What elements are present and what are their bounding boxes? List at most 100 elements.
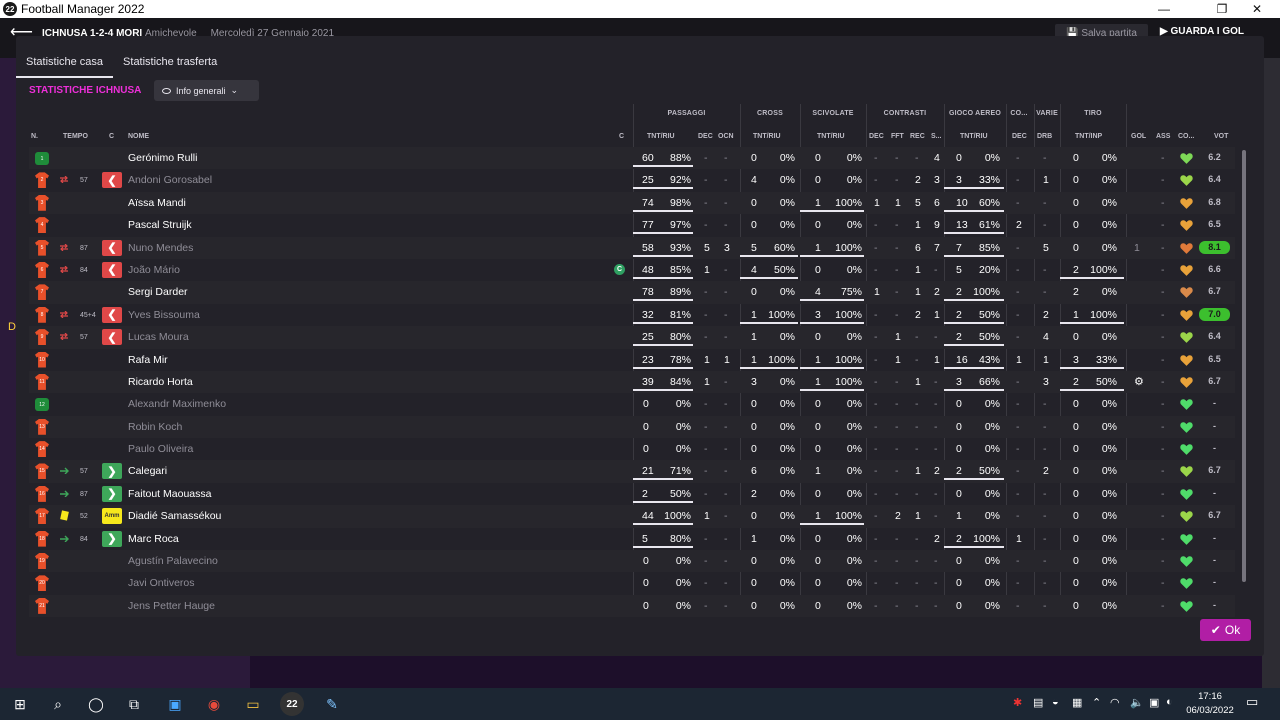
- player-name[interactable]: Diadié Samassékou: [128, 510, 221, 522]
- column-header[interactable]: DRB: [1037, 133, 1052, 140]
- tray-app-icon[interactable]: ▦: [1072, 696, 1082, 709]
- ok-button[interactable]: ✔ Ok: [1200, 619, 1251, 641]
- volume-icon[interactable]: 🔈: [1130, 696, 1144, 709]
- player-name[interactable]: Ricardo Horta: [128, 376, 193, 388]
- substituted-out-badge[interactable]: ❮: [102, 261, 122, 278]
- player-name[interactable]: Faitout Maouassa: [128, 488, 211, 500]
- substituted-in-badge[interactable]: ❯: [102, 530, 122, 547]
- substituted-out-badge[interactable]: ❮: [102, 329, 122, 346]
- vertical-scrollbar[interactable]: [1242, 150, 1246, 582]
- substituted-in-badge[interactable]: ❯: [102, 485, 122, 502]
- booking-badge[interactable]: Amm: [102, 508, 122, 525]
- table-row[interactable]: 16 87 ❯ Faitout Maouassa 2 50% - -2 0% 0 0% - - - -0 0%…: [29, 483, 1235, 505]
- player-name[interactable]: Aïssa Mandi: [128, 197, 186, 209]
- football-manager-icon[interactable]: 22: [280, 692, 304, 716]
- substituted-out-badge[interactable]: ❮: [102, 172, 122, 189]
- table-row[interactable]: 9 57 ❮ Lucas Moura 25 80% - -1 0% 0 0% -1- -2 50% -4 0 0…: [29, 326, 1235, 349]
- column-header[interactable]: N.: [31, 133, 38, 140]
- table-row[interactable]: 12 Alexandr Maximenko 0 0% - -0 0% 0 0% - - - -0 0% - -…: [29, 393, 1235, 415]
- player-name[interactable]: Yves Bissouma: [128, 309, 200, 321]
- player-name[interactable]: Robin Koch: [128, 421, 182, 433]
- table-row[interactable]: 4 Pascal Struijk 77 97% - -0 0% 0 0% - -1 9 13 61% 2-0…: [29, 214, 1235, 236]
- steam-icon[interactable]: ◐: [1166, 696, 1173, 708]
- tray-printer-icon[interactable]: ▤: [1033, 696, 1043, 709]
- tray-flag-icon[interactable]: ✱: [1013, 696, 1022, 709]
- column-header[interactable]: REC: [910, 133, 925, 140]
- column-header[interactable]: TNT/RIU: [647, 133, 675, 140]
- column-header[interactable]: VOT: [1214, 133, 1228, 140]
- column-header[interactable]: TNT/RIU: [960, 133, 988, 140]
- column-header[interactable]: C: [619, 133, 624, 140]
- table-row[interactable]: 11 Ricardo Horta 39 84% 1-3 0% 1 100% - -1-3 66% -3…: [29, 370, 1235, 394]
- substituted-in-badge[interactable]: ❯: [102, 463, 122, 480]
- column-header[interactable]: TEMPO: [63, 133, 88, 140]
- table-row[interactable]: 8 45+4 ❮ Yves Bissouma 32 81% - -1 100% 3 100% - -2 1…: [29, 304, 1235, 326]
- notifications-icon[interactable]: ▭: [1246, 694, 1258, 710]
- table-row[interactable]: 15 57 ❯ Calegari 21 71% - -6 0% 1 0% - -1 2 2 50% -2 0 0% -…: [29, 460, 1235, 483]
- column-header[interactable]: NOME: [128, 133, 149, 140]
- player-name[interactable]: Lucas Moura: [128, 331, 189, 343]
- table-row[interactable]: 2 57 ❮ Andoni Gorosabel 25 92% - -4 0% 0 0% - -2 3 3 33…: [29, 169, 1235, 191]
- system-clock[interactable]: 17:16 06/03/2022: [1182, 690, 1238, 718]
- task-view-icon[interactable]: ⧉: [122, 692, 146, 716]
- search-icon[interactable]: ⌕: [46, 692, 70, 716]
- column-header[interactable]: DEC: [1012, 133, 1027, 140]
- cortana-icon[interactable]: ◯: [84, 692, 108, 716]
- column-header[interactable]: DEC: [869, 133, 884, 140]
- player-name[interactable]: Calegari: [128, 465, 167, 477]
- player-name[interactable]: Jens Petter Hauge: [128, 600, 215, 612]
- monitor-app-icon[interactable]: ▣: [163, 692, 187, 716]
- table-row[interactable]: 18 84 ❯ Marc Roca 5 80% - -1 0% 0 0% - - -2 2 100% 1-0 0%…: [29, 528, 1235, 550]
- paint-icon[interactable]: ✎: [320, 692, 344, 716]
- tab-away-stats[interactable]: Statistiche trasferta: [113, 52, 227, 78]
- file-explorer-icon[interactable]: ▭: [241, 692, 265, 716]
- table-row[interactable]: 1 Gerónimo Rulli 60 88% - -0 0% 0 0% - - -4 0 0% - -0 0%…: [29, 147, 1235, 170]
- player-name[interactable]: Andoni Gorosabel: [128, 174, 212, 186]
- column-header[interactable]: OCN: [718, 133, 734, 140]
- player-name[interactable]: Sergi Darder: [128, 286, 188, 298]
- player-name[interactable]: Nuno Mendes: [128, 242, 193, 254]
- column-header[interactable]: TNT/RIU: [817, 133, 845, 140]
- table-row[interactable]: 5 87 ❮ Nuno Mendes 58 93% 5 3 5 60% 1 100% - -6 7 7 85% -…: [29, 236, 1235, 259]
- table-row[interactable]: 14 Paulo Oliveira 0 0% - -0 0% 0 0% - - - -0 0% - -0 0% -…: [29, 438, 1235, 460]
- column-header[interactable]: DEC: [698, 133, 713, 140]
- column-header[interactable]: TNT/INP: [1075, 133, 1102, 140]
- table-row[interactable]: 3 Aïssa Mandi 74 98% - -0 0% 1 100% 1 1 5 6 10 60% - -0 0…: [29, 191, 1235, 215]
- player-name[interactable]: Alexandr Maximenko: [128, 398, 226, 410]
- column-header[interactable]: FFT: [891, 133, 904, 140]
- column-header[interactable]: S...: [931, 133, 942, 140]
- table-row[interactable]: 13 Robin Koch 0 0% - -0 0% 0 0% - - - -0 0% - -0 0% - -: [29, 415, 1235, 439]
- wifi-icon[interactable]: ◠: [1110, 696, 1120, 709]
- player-name[interactable]: Paulo Oliveira: [128, 443, 193, 455]
- player-name[interactable]: Pascal Struijk: [128, 219, 192, 231]
- column-header[interactable]: ASS: [1156, 133, 1170, 140]
- close-button[interactable]: ✕: [1234, 0, 1280, 18]
- tray-chevron-up-icon[interactable]: ⌃: [1092, 696, 1101, 709]
- column-header[interactable]: TNT/RIU: [753, 133, 781, 140]
- windows-start-icon[interactable]: ⊞: [8, 692, 32, 716]
- table-row[interactable]: 21 Jens Petter Hauge 0 0% - -0 0% 0 0% - - - -0 0% - -0…: [29, 594, 1235, 618]
- column-header[interactable]: GOL: [1131, 133, 1146, 140]
- player-name[interactable]: Rafa Mir: [128, 354, 168, 366]
- table-row[interactable]: 6 84 ❮ João Mário C 48 85% 1-4 50% 0 0% - -1-5 20% - -2…: [29, 259, 1235, 281]
- chrome-icon[interactable]: ◉: [202, 692, 226, 716]
- table-row[interactable]: 17 52 Amm Diadié Samassékou 44 100% 1-0 0% 1 100%…: [29, 505, 1235, 528]
- tab-home-stats[interactable]: Statistiche casa: [16, 52, 114, 78]
- substituted-out-badge[interactable]: ❮: [102, 239, 122, 256]
- substituted-out-badge[interactable]: ❮: [102, 306, 122, 323]
- tray-monitor-icon[interactable]: ▣: [1149, 696, 1159, 709]
- minimize-button[interactable]: —: [1141, 0, 1187, 18]
- table-row[interactable]: 19 Agustín Palavecino 0 0% - -0 0% 0 0% - - - -0 0% - -…: [29, 550, 1235, 573]
- table-row[interactable]: 10 Rafa Mir 23 78% 1 1 1 100% 1 100% -1-1 16 43% 1 1 3 3…: [29, 349, 1235, 371]
- player-name[interactable]: Marc Roca: [128, 533, 179, 545]
- view-dropdown[interactable]: Info generali ⌄: [154, 80, 259, 101]
- column-header[interactable]: CO...: [1178, 133, 1194, 140]
- table-row[interactable]: 20 Javi Ontiveros 0 0% - -0 0% 0 0% - - - -0 0% - -0 0% -…: [29, 572, 1235, 594]
- table-row[interactable]: 7 Sergi Darder 78 89% - -0 0% 4 75% 1-1 2 2 100% - -2 0…: [29, 281, 1235, 304]
- player-name[interactable]: João Mário: [128, 264, 180, 276]
- tray-network-icon[interactable]: ◒: [1052, 696, 1059, 708]
- player-name[interactable]: Agustín Palavecino: [128, 555, 218, 567]
- column-header[interactable]: C: [109, 133, 114, 140]
- player-name[interactable]: Gerónimo Rulli: [128, 152, 197, 164]
- player-name[interactable]: Javi Ontiveros: [128, 577, 195, 589]
